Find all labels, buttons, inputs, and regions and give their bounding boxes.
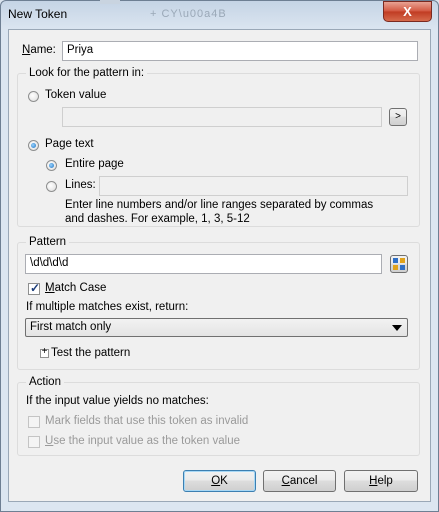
use-input-checkbox[interactable] xyxy=(28,436,40,448)
pattern-input[interactable]: \d\d\d\d xyxy=(25,254,382,274)
background-ghost-text: + CY\u00a4B xyxy=(150,8,227,20)
pattern-builder-icon xyxy=(393,258,405,270)
lines-label: Lines: xyxy=(65,179,96,191)
name-input[interactable]: Priya xyxy=(62,41,418,61)
page-text-radio[interactable] xyxy=(28,140,39,151)
ok-button[interactable]: OK xyxy=(183,470,256,492)
use-input-label: Use the input value as the token value xyxy=(45,435,240,447)
test-pattern-label[interactable]: Test the pattern xyxy=(51,347,130,359)
match-case-label: Match Case xyxy=(45,282,107,294)
cancel-button[interactable]: Cancel xyxy=(263,470,336,492)
help-button[interactable]: Help xyxy=(344,470,418,492)
entire-page-radio[interactable] xyxy=(46,160,57,171)
entire-page-label: Entire page xyxy=(65,158,124,170)
plus-icon: + xyxy=(41,346,48,357)
close-button[interactable]: X xyxy=(383,1,432,22)
dialog-title: New Token xyxy=(8,7,68,21)
mark-invalid-checkbox[interactable] xyxy=(28,416,40,428)
lines-radio[interactable] xyxy=(46,181,57,192)
multiple-matches-label: If multiple matches exist, return: xyxy=(26,301,189,313)
mark-invalid-label: Mark fields that use this token as inval… xyxy=(45,415,249,427)
lines-hint-text: Enter line numbers and/or line ranges se… xyxy=(65,199,374,225)
pattern-builder-button[interactable] xyxy=(390,255,408,273)
page-text-label: Page text xyxy=(45,138,94,150)
chevron-right-icon: > xyxy=(395,111,401,122)
name-label: Name: xyxy=(22,44,56,56)
token-value-browse-button[interactable]: > xyxy=(389,108,407,126)
chevron-down-icon xyxy=(392,325,402,331)
background-artifact xyxy=(100,0,120,4)
no-match-label: If the input value yields no matches: xyxy=(26,395,209,407)
token-value-input[interactable] xyxy=(62,107,382,127)
match-case-checkbox[interactable]: ✓ xyxy=(28,281,41,295)
lines-input[interactable] xyxy=(99,176,408,196)
action-group-title: Action xyxy=(26,376,64,388)
check-icon: ✓ xyxy=(29,281,41,295)
look-for-group-title: Look for the pattern in: xyxy=(26,67,148,79)
token-value-label: Token value xyxy=(45,89,107,101)
return-select[interactable]: First match only xyxy=(25,318,408,337)
test-pattern-expander[interactable]: + xyxy=(40,346,49,358)
close-icon: X xyxy=(403,4,412,19)
token-value-radio[interactable] xyxy=(28,91,39,102)
return-select-value: First match only xyxy=(30,321,112,333)
pattern-group-title: Pattern xyxy=(26,236,70,248)
